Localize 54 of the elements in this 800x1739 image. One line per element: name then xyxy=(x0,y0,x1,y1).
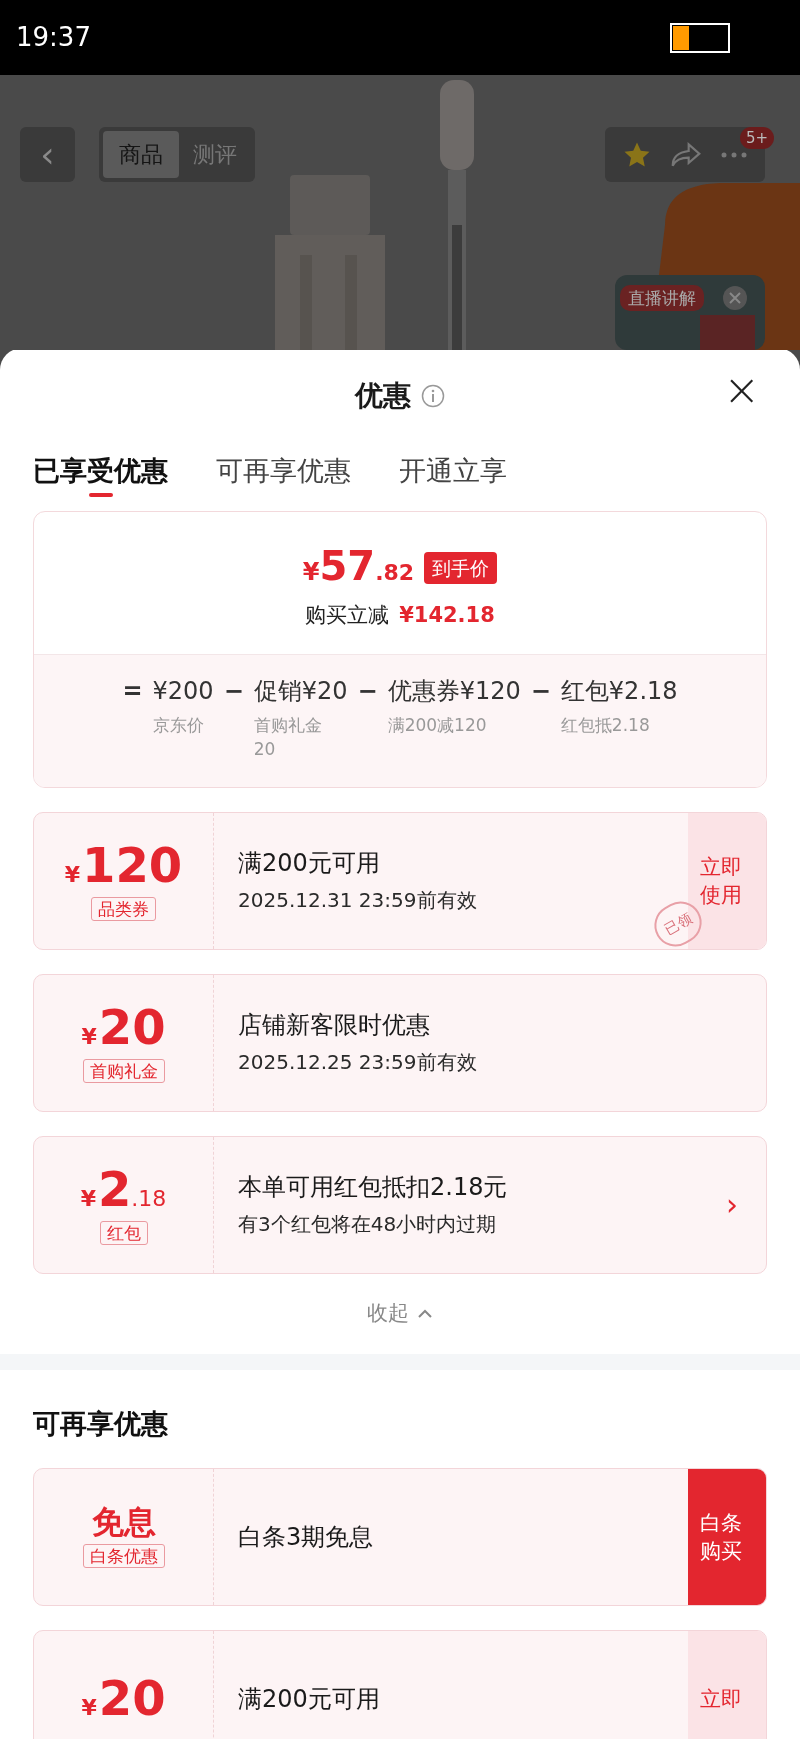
coupon-subtitle: 2025.12.25 23:59前有效 xyxy=(238,1050,478,1075)
final-price: ¥57.82 xyxy=(302,546,415,590)
coupon-headline: 免息 xyxy=(91,1506,156,1538)
formula-amount: 优惠券¥120 xyxy=(387,675,521,707)
operator: − xyxy=(530,675,551,707)
formula-note: 京东价 xyxy=(152,713,205,737)
coupon-title: 本单可用红包抵扣2.18元 xyxy=(238,1172,509,1202)
buy-button[interactable]: 白条购买 xyxy=(688,1469,766,1605)
chevron-up-icon xyxy=(417,1308,433,1319)
segment-tab[interactable]: 商品 xyxy=(103,131,179,178)
coupon-tag: 红包 xyxy=(99,1220,148,1245)
coupon-tag: 品类券 xyxy=(91,896,156,921)
operator: − xyxy=(357,675,378,707)
battery-icon xyxy=(670,22,730,53)
coupon-title: 店铺新客限时优惠 xyxy=(238,1010,431,1040)
close-button[interactable]: × xyxy=(723,368,760,412)
coupon-title: 满200元可用 xyxy=(238,848,381,878)
formula-amount: ¥200 xyxy=(152,675,214,707)
sheet-title: 优惠 xyxy=(355,377,411,414)
operator: = xyxy=(122,675,143,707)
coupon-title: 满200元可用 xyxy=(238,1684,381,1714)
coupon-title: 白条3期免息 xyxy=(238,1522,375,1552)
saving-label: 购买立减 xyxy=(305,602,390,629)
back-button[interactable]: ‹ xyxy=(20,127,75,182)
notification-badge: 5+ xyxy=(740,127,775,149)
coupon-subtitle: 有3个红包将在48小时内过期 xyxy=(238,1212,498,1237)
operator: − xyxy=(223,675,244,707)
tab[interactable]: 开通立享 xyxy=(399,443,507,499)
coupon-amount: ¥2.18 xyxy=(80,1164,167,1215)
coupon-amount: ¥20 xyxy=(81,1674,166,1724)
coupon-subtitle: 2025.12.31 23:59前有效 xyxy=(238,888,478,913)
formula-note: 首购礼金20 xyxy=(253,713,323,761)
section-title: 可再享优惠 xyxy=(33,1406,169,1441)
formula-note: 红包抵2.18 xyxy=(560,713,651,737)
coupon-amount: ¥20 xyxy=(81,1002,166,1053)
coupon-tag: 首购礼金 xyxy=(82,1058,165,1083)
info-icon[interactable] xyxy=(421,383,445,408)
formula-note: 满200减120 xyxy=(387,713,488,737)
live-tag: 直播讲解 xyxy=(620,285,704,311)
collapse-button[interactable]: 收起 xyxy=(367,1297,433,1330)
saving-amount: ¥142.18 xyxy=(399,602,495,629)
segment-tab[interactable]: 测评 xyxy=(179,131,251,178)
tab[interactable]: 已享受优惠 xyxy=(33,443,168,499)
formula-amount: 红包¥2.18 xyxy=(560,675,678,707)
formula-amount: 促销¥20 xyxy=(253,675,348,707)
status-time: 19:37 xyxy=(16,21,91,54)
close-icon[interactable] xyxy=(722,285,748,311)
coupon-amount: ¥120 xyxy=(64,840,183,891)
more-icon[interactable] xyxy=(720,150,748,159)
use-button[interactable]: 立即 xyxy=(688,1631,766,1739)
share-icon[interactable] xyxy=(670,140,702,169)
tab[interactable]: 可再享优惠 xyxy=(216,443,351,499)
price-tag: 到手价 xyxy=(424,552,498,584)
coupon-tag: 白条优惠 xyxy=(82,1544,165,1568)
